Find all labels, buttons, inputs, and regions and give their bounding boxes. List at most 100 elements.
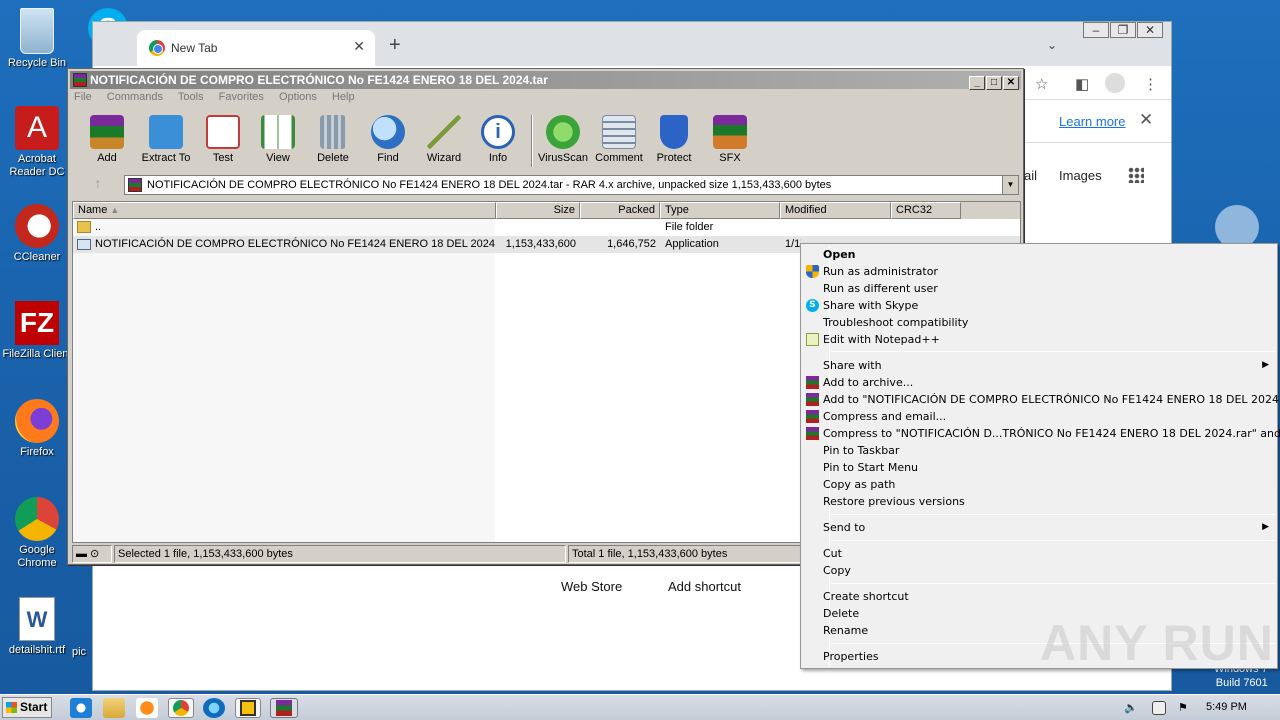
view-button[interactable]: View	[249, 115, 307, 164]
menu-item-add-to-archive[interactable]: Add to archive...	[803, 374, 1275, 391]
winrar-titlebar[interactable]: NOTIFICACIÓN DE COMPRO ELECTRÓNICO No FE…	[70, 71, 1021, 90]
column-type[interactable]: Type	[660, 202, 780, 219]
close-button[interactable]: ✕	[1003, 76, 1019, 90]
word-document-icon: W	[19, 597, 55, 641]
images-link[interactable]: Images	[1059, 168, 1102, 183]
desktop-icon-partial[interactable]: pic	[64, 646, 94, 659]
table-row[interactable]: .. File folder	[73, 219, 1020, 236]
tab-search-chevron-icon[interactable]: ⌄	[1047, 38, 1057, 52]
desktop-icon-label: Firefox	[20, 446, 54, 458]
name-column-background	[73, 219, 495, 542]
wizard-button[interactable]: Wizard	[415, 115, 473, 164]
column-modified[interactable]: Modified	[780, 202, 891, 219]
desktop-icon-ccleaner[interactable]: CCleaner	[2, 204, 72, 264]
media-player-icon[interactable]	[136, 698, 158, 718]
tab-new-tab[interactable]: New Tab ✕	[137, 30, 375, 66]
find-button[interactable]: Find	[359, 115, 417, 164]
desktop-icon-acrobat[interactable]: A Acrobat Reader DC	[2, 106, 72, 179]
protect-button[interactable]: Protect	[645, 115, 703, 164]
menu-item-edit-with-notepadpp[interactable]: Edit with Notepad++	[803, 331, 1275, 348]
google-apps-icon[interactable]	[1128, 167, 1144, 183]
new-tab-button[interactable]: +	[389, 34, 401, 57]
ccleaner-icon	[15, 204, 59, 248]
extract-to-button[interactable]: Extract To	[137, 115, 195, 164]
menu-item-run-as-different-user[interactable]: Run as different user	[803, 280, 1275, 297]
maximize-button[interactable]: □	[986, 76, 1002, 90]
menu-separator	[831, 540, 1275, 541]
internet-explorer-icon[interactable]	[70, 698, 92, 718]
column-crc32[interactable]: CRC32	[891, 202, 961, 219]
delete-button[interactable]: Delete	[304, 115, 362, 164]
more-menu-icon[interactable]: ⋮	[1143, 75, 1158, 93]
desktop-icon-detailshit[interactable]: W detailshit.rtf	[2, 597, 72, 657]
menu-item-cut[interactable]: Cut	[803, 545, 1275, 562]
chevron-down-icon[interactable]: ▼	[1002, 176, 1018, 194]
close-tab-icon[interactable]: ✕	[353, 38, 365, 55]
bookmark-star-icon[interactable]: ☆	[1035, 75, 1048, 93]
virusscan-button[interactable]: VirusScan	[534, 115, 592, 164]
skype-icon: S	[806, 299, 819, 312]
menu-commands[interactable]: Commands	[107, 91, 163, 103]
menu-item-pin-to-taskbar[interactable]: Pin to Taskbar	[803, 442, 1275, 459]
menu-item-share-with-skype[interactable]: S Share with Skype	[803, 297, 1275, 314]
menu-item-create-shortcut[interactable]: Create shortcut	[803, 588, 1275, 605]
file-explorer-icon[interactable]	[103, 698, 125, 718]
menu-item-troubleshoot-compatibility[interactable]: Troubleshoot compatibility	[803, 314, 1275, 331]
menu-favorites[interactable]: Favorites	[219, 91, 264, 103]
desktop-icon-firefox[interactable]: Firefox	[2, 399, 72, 459]
clock[interactable]: 5:49 PM	[1206, 701, 1247, 713]
side-panel-icon[interactable]: ◧	[1075, 75, 1089, 93]
menu-item-restore-previous-versions[interactable]: Restore previous versions	[803, 493, 1275, 510]
volume-icon[interactable]: 🔈	[1124, 701, 1138, 715]
shortcut-add[interactable]: Add shortcut	[668, 579, 741, 594]
winrar-taskbar-button[interactable]	[270, 698, 298, 718]
close-button[interactable]: ✕	[1137, 22, 1163, 38]
minimize-button[interactable]: –	[1083, 22, 1109, 38]
infobar-close-icon[interactable]: ✕	[1139, 110, 1153, 130]
chrome-taskbar-button[interactable]	[168, 698, 194, 718]
menu-file[interactable]: File	[74, 91, 92, 103]
archive-path-text: NOTIFICACIÓN DE COMPRO ELECTRÓNICO No FE…	[147, 179, 832, 191]
windows-build: Build 7601	[1215, 677, 1268, 689]
menu-item-open[interactable]: Open	[803, 246, 1275, 263]
menu-help[interactable]: Help	[332, 91, 355, 103]
info-button[interactable]: i Info	[469, 115, 527, 164]
menu-item-pin-to-start-menu[interactable]: Pin to Start Menu	[803, 459, 1275, 476]
gmail-link[interactable]: ail	[1024, 168, 1037, 183]
up-one-level-button[interactable]: ↑	[78, 175, 118, 195]
desktop-icon-recycle-bin[interactable]: Recycle Bin	[2, 8, 72, 70]
menu-item-add-to-rar[interactable]: Add to "NOTIFICACIÓN DE COMPRO ELECTRÓNI…	[803, 391, 1280, 408]
test-button[interactable]: Test	[194, 115, 252, 164]
menu-item-send-to[interactable]: Send to ▶	[803, 519, 1275, 536]
norton-taskbar-button[interactable]	[235, 698, 261, 718]
column-packed[interactable]: Packed	[580, 202, 660, 219]
sfx-icon	[713, 115, 747, 149]
shortcut-web-store[interactable]: Web Store	[561, 579, 622, 594]
sfx-button[interactable]: SFX	[701, 115, 759, 164]
restore-button[interactable]: ❐	[1110, 22, 1136, 38]
menu-tools[interactable]: Tools	[178, 91, 204, 103]
learn-more-link[interactable]: Learn more	[1059, 114, 1125, 129]
minimize-button[interactable]: _	[969, 76, 985, 90]
desktop-icon-chrome[interactable]: Google Chrome	[2, 497, 72, 570]
comment-button[interactable]: Comment	[590, 115, 648, 164]
desktop-icon-filezilla[interactable]: FZ FileZilla Client	[2, 301, 72, 361]
start-button[interactable]: Start	[2, 697, 52, 718]
action-center-flag-icon[interactable]: ⚑	[1178, 701, 1192, 715]
add-button[interactable]: Add	[78, 115, 136, 164]
edge-icon[interactable]	[203, 698, 225, 718]
menu-options[interactable]: Options	[279, 91, 317, 103]
menu-item-share-with[interactable]: Share with ▶	[803, 357, 1275, 374]
menu-item-compress-to-rar-and-email[interactable]: Compress to "NOTIFICACIÓN D...TRÓNICO No…	[803, 425, 1280, 442]
menu-item-compress-and-email[interactable]: Compress and email...	[803, 408, 1275, 425]
network-icon[interactable]	[1152, 701, 1166, 715]
menu-item-copy[interactable]: Copy	[803, 562, 1275, 579]
menu-item-copy-as-path[interactable]: Copy as path	[803, 476, 1275, 493]
test-icon	[206, 115, 240, 149]
profile-avatar-icon[interactable]	[1105, 73, 1125, 93]
desktop-icon-label: Acrobat Reader DC	[9, 153, 65, 178]
column-name[interactable]: Name ▲	[73, 202, 496, 219]
column-size[interactable]: Size	[496, 202, 580, 219]
archive-path-field[interactable]: NOTIFICACIÓN DE COMPRO ELECTRÓNICO No FE…	[124, 175, 1019, 195]
menu-item-run-as-administrator[interactable]: Run as administrator	[803, 263, 1275, 280]
